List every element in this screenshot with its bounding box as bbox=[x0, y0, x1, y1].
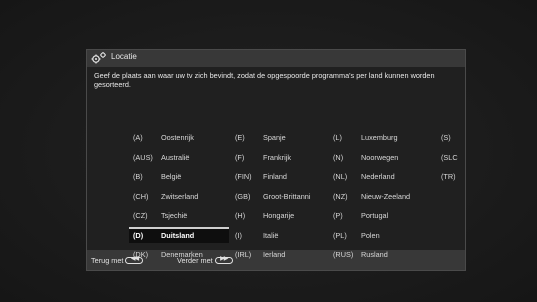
forward-button-icon: ▶▶ bbox=[214, 256, 233, 264]
country-option[interactable]: (L) Luxemburg bbox=[333, 131, 433, 145]
country-option[interactable]: (SLC bbox=[441, 151, 537, 165]
country-code: (GB) bbox=[235, 191, 251, 201]
country-option[interactable]: (P) Portugal bbox=[333, 209, 433, 223]
country-name: Hongarije bbox=[263, 211, 295, 220]
back-hint[interactable]: Terug met ◀◀ bbox=[91, 256, 144, 265]
country-option[interactable]: (S) bbox=[441, 131, 537, 145]
next-label: Verder met bbox=[177, 256, 213, 265]
country-name: Finland bbox=[263, 172, 287, 181]
country-option[interactable]: (AUS) Australië bbox=[133, 151, 233, 165]
country-code: (S) bbox=[441, 133, 451, 142]
country-name: Groot-Brittanni bbox=[263, 191, 311, 201]
country-option[interactable]: (H) Hongarije bbox=[235, 209, 335, 223]
country-code: (CZ) bbox=[133, 211, 148, 220]
country-code: (D) bbox=[133, 230, 144, 240]
dialog-body: Geef de plaats aan waar uw tv zich bevin… bbox=[87, 67, 465, 259]
location-description: Geef de plaats aan waar uw tv zich bevin… bbox=[94, 71, 435, 89]
country-option[interactable]: (B) België bbox=[133, 170, 233, 184]
country-option[interactable]: (E) Spanje bbox=[235, 131, 335, 145]
dialog-title: Locatie bbox=[111, 52, 137, 61]
country-code: (N) bbox=[333, 152, 344, 162]
country-name: Zwitserland bbox=[161, 191, 199, 201]
country-option[interactable]: (D) Duitsland bbox=[133, 229, 233, 243]
dialog-titlebar: Locatie bbox=[87, 50, 465, 66]
country-name: België bbox=[161, 172, 182, 181]
country-code: (TR) bbox=[441, 172, 456, 181]
country-name: Portugal bbox=[361, 211, 389, 220]
country-code: (L) bbox=[333, 133, 342, 142]
location-dialog: Locatie Geef de plaats aan waar uw tv zi… bbox=[86, 49, 466, 271]
dialog-footer: Terug met ◀◀ Verder met ▶▶ bbox=[87, 252, 465, 270]
country-code: (FIN) bbox=[235, 172, 252, 181]
country-code: (E) bbox=[235, 133, 245, 142]
country-name: Tsjechië bbox=[161, 211, 188, 220]
country-option[interactable]: (I) Italië bbox=[235, 229, 335, 243]
country-option[interactable]: (FIN) Finland bbox=[235, 170, 335, 184]
country-option[interactable]: (GB) Groot-Brittanni bbox=[235, 190, 335, 204]
rewind-button-icon: ◀◀ bbox=[125, 256, 144, 264]
country-option[interactable]: (NZ) Nieuw-Zeeland bbox=[333, 190, 433, 204]
country-name: Duitsland bbox=[161, 230, 195, 240]
country-name: Australië bbox=[161, 152, 190, 162]
country-option[interactable]: (NL) Nederland bbox=[333, 170, 433, 184]
back-label: Terug met bbox=[91, 256, 124, 265]
country-code: (I) bbox=[235, 230, 242, 240]
country-name: Noorwegen bbox=[361, 152, 399, 162]
country-option[interactable]: (CZ) Tsjechië bbox=[133, 209, 233, 223]
country-option[interactable]: (F) Frankrijk bbox=[235, 151, 335, 165]
country-name: Spanje bbox=[263, 133, 286, 142]
country-option[interactable]: (N) Noorwegen bbox=[333, 151, 433, 165]
country-name: Oostenrijk bbox=[161, 133, 194, 142]
country-name: Nederland bbox=[361, 172, 395, 181]
country-name: Luxemburg bbox=[361, 133, 398, 142]
country-option[interactable]: (PL) Polen bbox=[333, 229, 433, 243]
country-code: (B) bbox=[133, 172, 143, 181]
country-code: (NZ) bbox=[333, 191, 348, 201]
country-name: Frankrijk bbox=[263, 152, 291, 162]
country-code: (PL) bbox=[333, 230, 347, 240]
country-name: Nieuw-Zeeland bbox=[361, 191, 411, 201]
country-option[interactable]: (TR) bbox=[441, 170, 537, 184]
settings-gears-icon bbox=[91, 52, 106, 64]
country-code: (NL) bbox=[333, 172, 348, 181]
country-name: Italië bbox=[263, 230, 279, 240]
country-code: (F) bbox=[235, 152, 245, 162]
country-option[interactable]: (CH) Zwitserland bbox=[133, 190, 233, 204]
country-name: Polen bbox=[361, 230, 380, 240]
country-code: (H) bbox=[235, 211, 246, 220]
tv-screen: Locatie Geef de plaats aan waar uw tv zi… bbox=[0, 0, 537, 302]
next-hint[interactable]: Verder met ▶▶ bbox=[177, 256, 233, 265]
country-code: (CH) bbox=[133, 191, 149, 201]
country-code: (A) bbox=[133, 133, 143, 142]
country-code: (SLC bbox=[441, 152, 458, 162]
country-code: (P) bbox=[333, 211, 343, 220]
country-code: (AUS) bbox=[133, 152, 153, 162]
country-option[interactable]: (A) Oostenrijk bbox=[133, 131, 233, 145]
